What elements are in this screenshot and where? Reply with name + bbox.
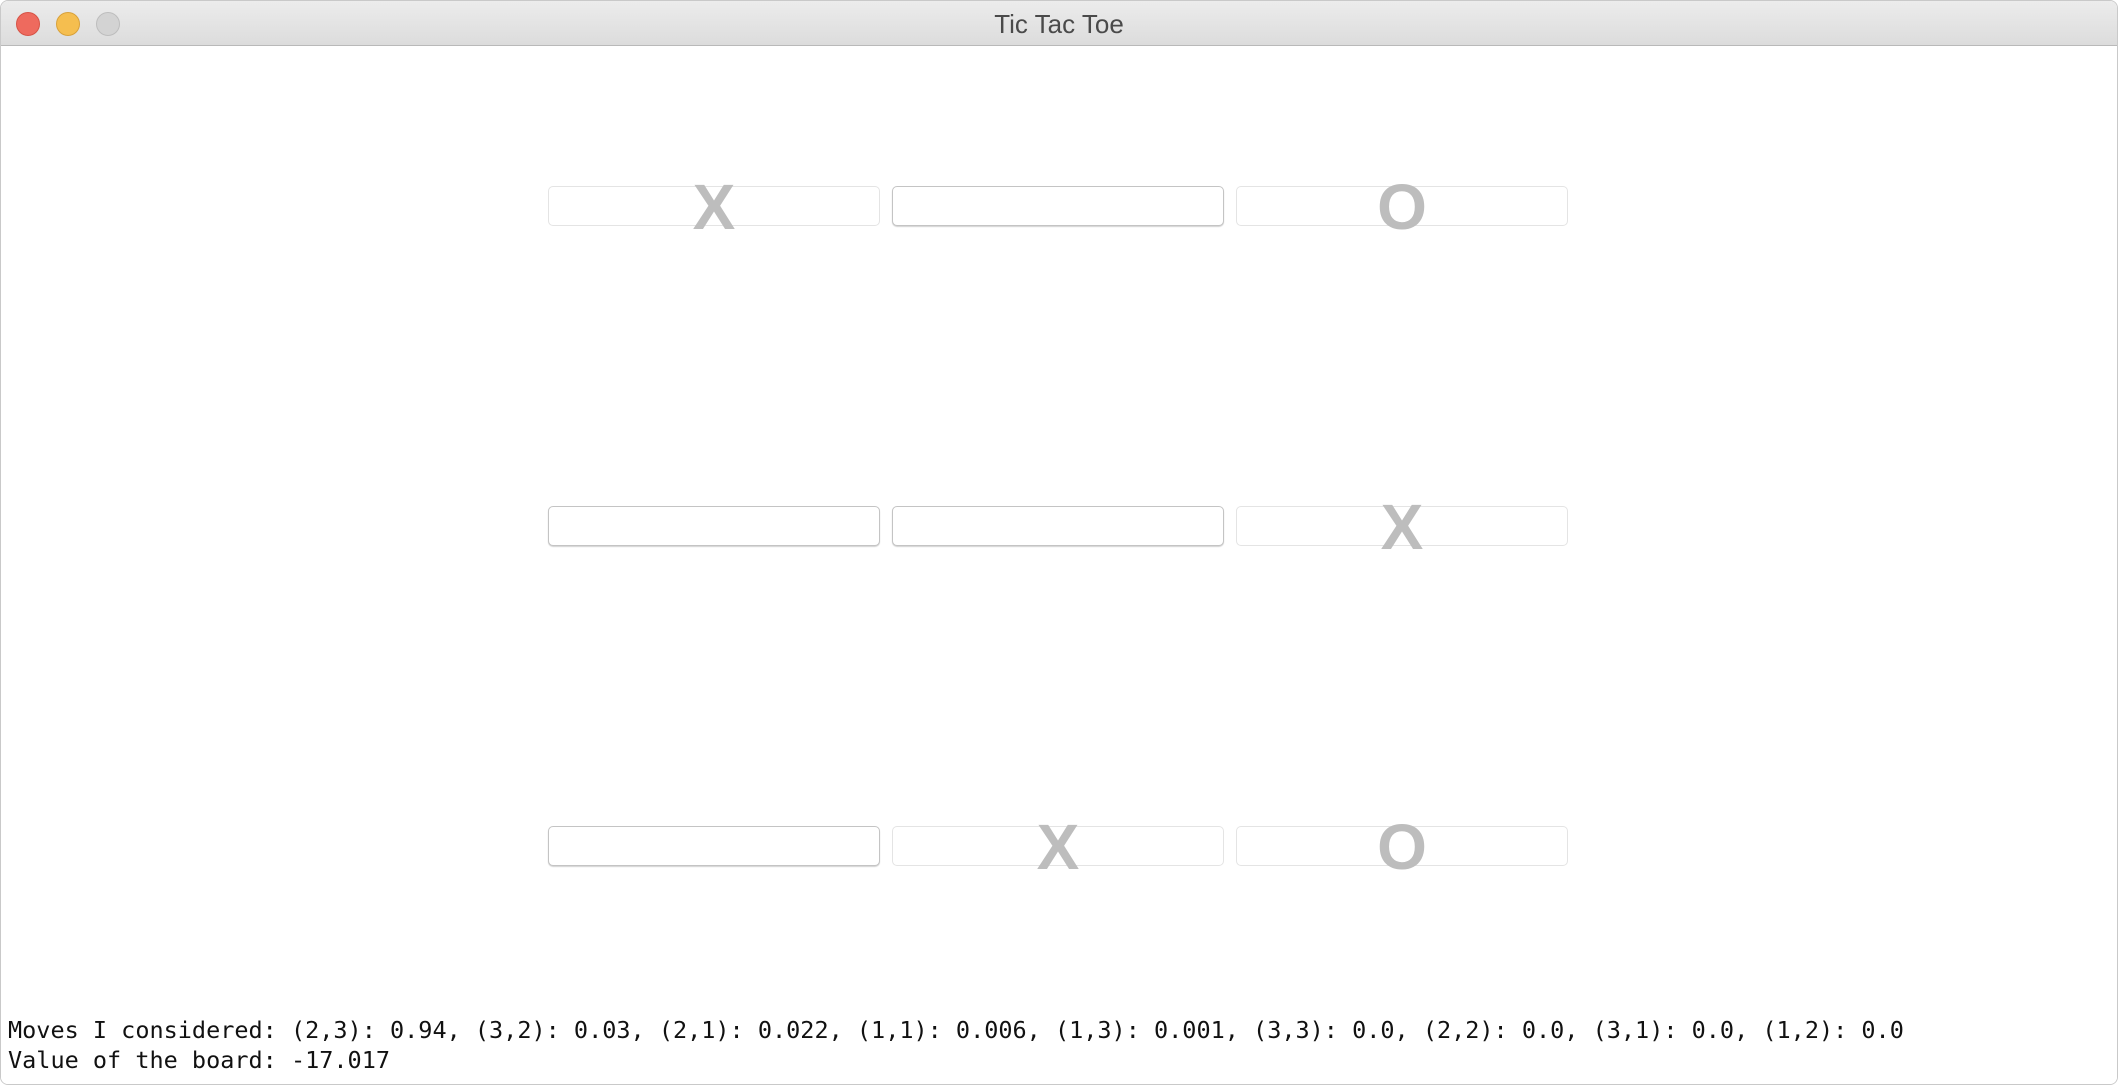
game-area: X O X X O Moves I considered: (2,3): 0.94, (… [1, 46, 2117, 1084]
cell-r3-c3[interactable]: O [1236, 811, 1568, 883]
x-mark: X [1036, 811, 1080, 883]
cell-r2-c1[interactable] [548, 506, 880, 546]
cell-r2-c2[interactable] [892, 506, 1224, 546]
moves-considered-text: Moves I considered: (2,3): 0.94, (3,2): … [8, 1016, 1904, 1044]
o-mark: O [1377, 811, 1427, 883]
cell-r3-c2[interactable]: X [892, 811, 1224, 883]
cell-r2-c3[interactable]: X [1236, 491, 1568, 563]
board-value-text: Value of the board: -17.017 [8, 1046, 391, 1074]
cell-r3-c1[interactable] [548, 826, 880, 866]
window-title: Tic Tac Toe [994, 9, 1124, 39]
title-bar[interactable]: Tic Tac Toe [1, 1, 2117, 46]
cell-r1-c1[interactable]: X [548, 171, 880, 243]
cell-r1-c3[interactable]: O [1236, 171, 1568, 243]
x-mark: X [1380, 491, 1424, 563]
o-mark: O [1377, 171, 1427, 243]
app-window: Tic Tac Toe X O X X O Moves I considered: (2… [0, 0, 2118, 1085]
cell-r1-c2[interactable] [892, 186, 1224, 226]
x-mark: X [692, 171, 736, 243]
